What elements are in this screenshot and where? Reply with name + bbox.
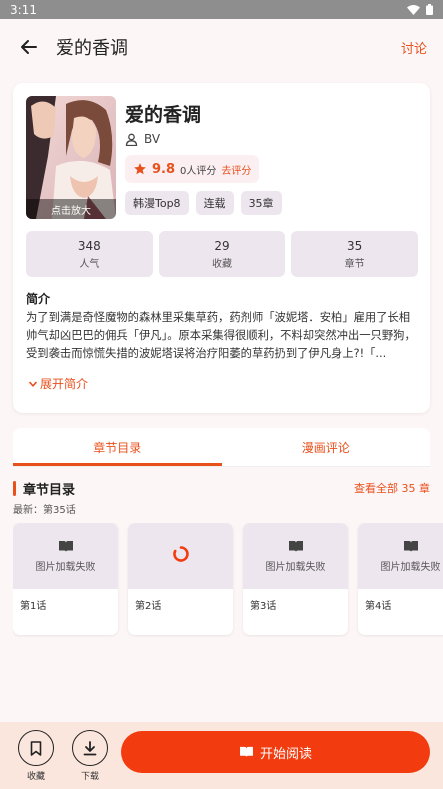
tab-bar: 章节目录 漫画评论 [13,428,430,466]
chapter-thumbnail: 图片加载失败 [13,523,118,589]
start-reading-label: 开始阅读 [259,746,312,762]
status-icons [407,4,433,15]
stat-value: 35 [347,238,363,253]
chapter-card[interactable]: 图片加载失败 第1话 [13,523,118,635]
rating-chip: 9.8 0人评分 去评分 [125,155,260,183]
stat-value: 29 [214,238,230,253]
tag-list: 韩漫Top8 连载 35章 [125,191,282,215]
chapter-name: 第4话 [365,601,392,612]
synopsis-text: 为了到满是奇怪魔物的森林里采集草药，药剂师「波妮塔．安柏」雇用了长相帅气却凶巴巴… [26,311,416,360]
stat-label: 收藏 [212,258,232,270]
expand-synopsis-button[interactable]: 展开简介 [28,375,88,392]
tag-rank[interactable]: 韩漫Top8 [125,191,189,215]
comic-title: 爱的香调 [125,104,202,126]
chapter-name: 第1话 [20,601,47,612]
synopsis-heading: 简介 [26,292,51,306]
chevron-down-icon [28,380,38,387]
book-icon [288,540,303,552]
chapter-card[interactable]: 图片加载失败 第3话 [243,523,348,635]
download-button-circle [72,730,108,766]
book-open-icon [240,746,253,758]
tab-comments[interactable]: 漫画评论 [222,428,431,466]
author-row: BV [125,132,160,146]
stat-chapters: 35 章节 [291,231,419,277]
stat-label: 人气 [79,258,100,270]
chapter-card[interactable]: 图片加载失败 第4话 [358,523,443,635]
favorite-label: 收藏 [26,772,45,782]
discussion-link[interactable]: 讨论 [401,38,427,57]
rating-score: 9.8 [152,161,176,177]
status-bar: 3:11 [0,0,443,19]
download-label: 下载 [80,772,99,782]
loading-spinner-icon [172,545,189,562]
comic-cover[interactable]: 点击放大 [26,96,116,219]
image-load-failed-text: 图片加载失败 [35,561,96,573]
stat-popularity: 348 人气 [26,231,153,277]
status-time: 3:11 [10,2,37,17]
chapters-header: 章节目录 查看全部 35 章 [13,478,430,498]
stats-row: 348 人气 29 收藏 35 章节 [26,231,419,277]
download-icon [83,740,97,755]
book-icon [403,540,418,552]
bottom-action-bar: 收藏 下载 开始阅读 [0,722,443,789]
tab-chapters[interactable]: 章节目录 [13,428,222,466]
comic-info-card: 点击放大 爱的香调 BV 9.8 0人评分 去评分 韩漫Top8 连载 35章 … [13,83,430,413]
page-title: 爱的香调 [56,38,128,59]
tag-status[interactable]: 连载 [195,191,234,215]
favorite-button[interactable]: 收藏 [16,730,56,782]
favorite-button-circle [18,730,54,766]
bookmark-icon [30,740,42,756]
chapters-heading: 章节目录 [23,482,76,498]
battery-icon [426,4,433,15]
image-load-failed-text: 图片加载失败 [265,561,326,573]
expand-label: 展开简介 [40,377,89,391]
tag-chapter-count[interactable]: 35章 [240,191,282,215]
arrow-left-icon [21,40,37,54]
chapter-card[interactable]: 第2话 [128,523,233,635]
author-name: BV [144,132,161,146]
cover-zoom-label: 点击放大 [26,199,116,219]
chapter-name: 第3话 [250,601,277,612]
section-accent-bar [13,480,16,496]
stat-value: 348 [77,238,101,253]
app-bar: 爱的香调 讨论 [0,19,443,75]
view-all-chapters-link[interactable]: 查看全部 35 章 [354,480,430,496]
chapter-thumbnail [128,523,233,589]
wifi-icon [407,4,420,15]
tab-divider [13,466,430,467]
stat-favorites: 29 收藏 [158,231,286,277]
user-icon [125,133,138,146]
star-icon [134,163,146,175]
back-button[interactable] [16,34,42,60]
chapter-thumbnail: 图片加载失败 [243,523,348,589]
chapter-name: 第2话 [135,601,162,612]
latest-chapter: 最新：第35话 [13,505,76,516]
book-icon [58,540,73,552]
rate-link[interactable]: 去评分 [221,162,251,177]
start-reading-button[interactable]: 开始阅读 [121,731,430,773]
rating-count: 0人评分 [180,165,217,177]
chapter-list: 图片加载失败 第1话 第2话 图片加载失败 第3话 图片加载失败 第4话 [13,523,443,637]
stat-label: 章节 [344,258,365,270]
chapter-thumbnail: 图片加载失败 [358,523,443,589]
image-load-failed-text: 图片加载失败 [380,561,441,573]
download-button[interactable]: 下载 [70,730,110,782]
